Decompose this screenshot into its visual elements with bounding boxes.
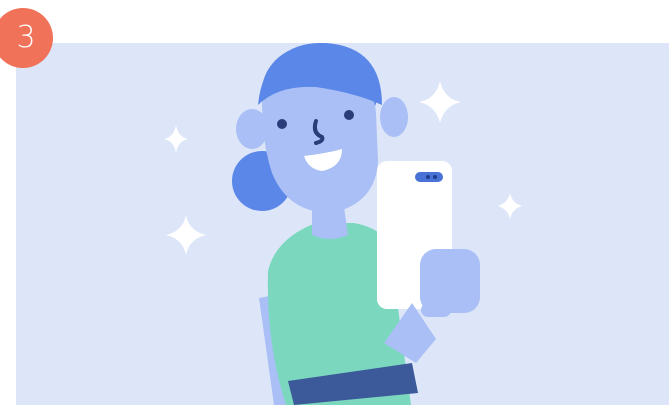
camera-icon (415, 172, 443, 182)
sparkle-icon (419, 81, 461, 123)
step-card: 3 (0, 0, 669, 405)
sparkle-icon (498, 193, 522, 219)
illustration-panel (16, 43, 669, 405)
selfie-illustration (164, 43, 522, 405)
sparkle-icon (166, 215, 206, 255)
sparkle-icon (164, 125, 188, 153)
